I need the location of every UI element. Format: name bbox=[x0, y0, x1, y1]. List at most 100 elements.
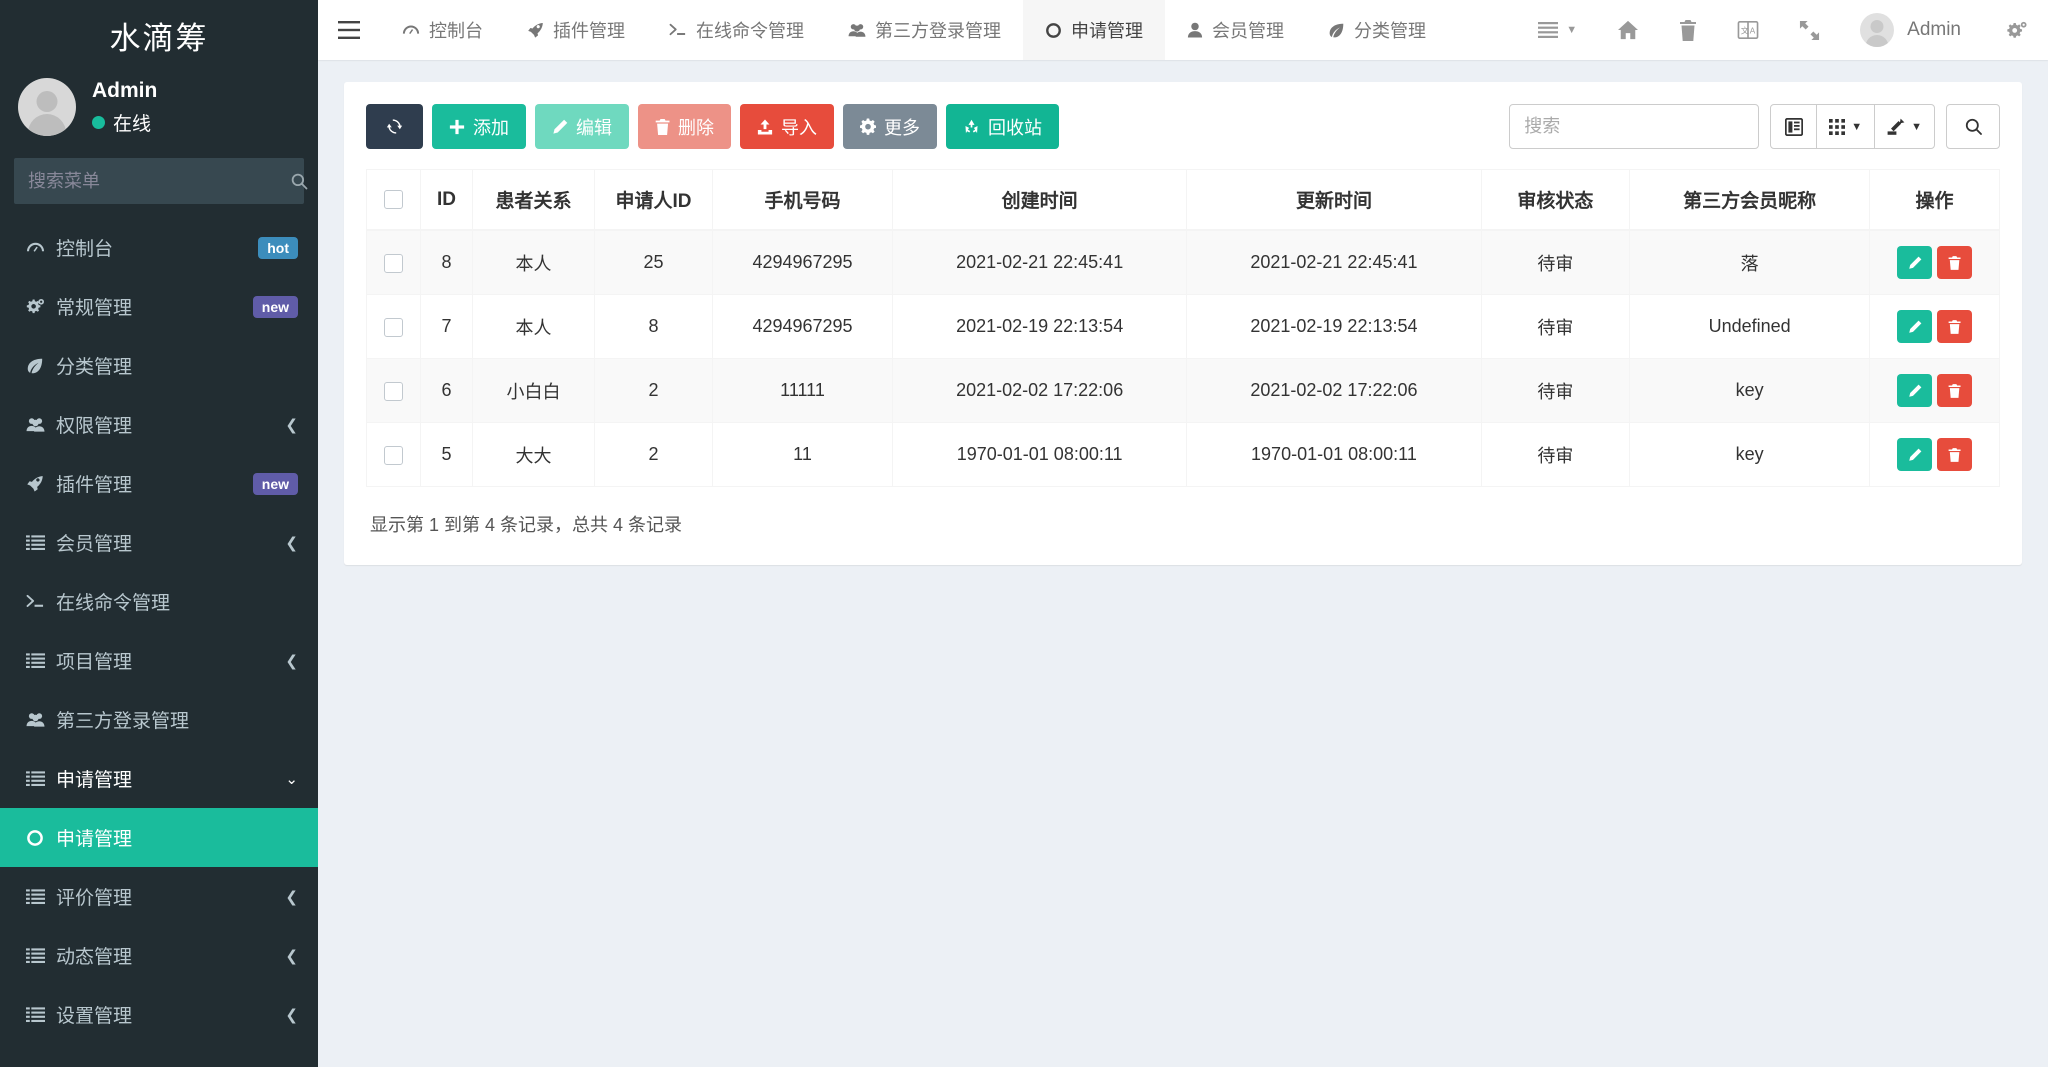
users-icon bbox=[26, 416, 56, 433]
cell-applicant-id: 25 bbox=[594, 230, 713, 295]
sidebar-item-4[interactable]: 插件管理 new bbox=[0, 454, 318, 513]
search-icon[interactable] bbox=[274, 172, 318, 190]
row-checkbox[interactable] bbox=[384, 253, 403, 273]
top-nav-item-2[interactable]: 在线命令管理 bbox=[647, 0, 826, 60]
row-delete-button[interactable] bbox=[1937, 438, 1972, 471]
sidebar-item-0[interactable]: 控制台 hot bbox=[0, 218, 318, 277]
top-navbar: 控制台 插件管理 在线命令管理 第三方登录管理 申请管理 会员管理 分类管理 ▼ 文A bbox=[318, 0, 2048, 60]
user-menu[interactable]: Admin bbox=[1840, 0, 1985, 60]
table-row[interactable]: 6 小白白 2 11111 2021-02-02 17:22:06 2021-02-02 … bbox=[366, 358, 2000, 423]
grid-icon bbox=[1829, 118, 1846, 135]
top-nav-item-1[interactable]: 插件管理 bbox=[505, 0, 647, 60]
row-edit-button[interactable] bbox=[1897, 246, 1932, 279]
chevron-right-icon: ❮ bbox=[285, 947, 298, 965]
cell-updated: 2021-02-02 17:22:06 bbox=[1186, 358, 1482, 423]
chevron-right-icon: ❮ bbox=[285, 652, 298, 670]
sidebar-item-2[interactable]: 分类管理 bbox=[0, 336, 318, 395]
th-created[interactable]: 创建时间 bbox=[892, 169, 1188, 231]
table-search-input[interactable] bbox=[1509, 104, 1760, 149]
table-header-row: ID 患者关系 申请人ID 手机号码 创建时间 更新时间 审核状态 第三方会员昵… bbox=[366, 169, 2000, 231]
refresh-icon bbox=[386, 118, 403, 135]
sidebar-item-13[interactable]: 设置管理 ❮ bbox=[0, 985, 318, 1044]
home-button[interactable] bbox=[1597, 0, 1659, 60]
sidebar-item-9[interactable]: 申请管理 ⌄ bbox=[0, 749, 318, 808]
chevron-down-icon: ▼ bbox=[1851, 120, 1863, 133]
cell-phone: 4294967295 bbox=[712, 230, 893, 295]
row-checkbox[interactable] bbox=[384, 381, 403, 401]
recycle-icon bbox=[963, 119, 980, 135]
row-delete-button[interactable] bbox=[1937, 310, 1972, 343]
th-status[interactable]: 审核状态 bbox=[1481, 169, 1631, 231]
brand-title[interactable]: 水滴筹 bbox=[0, 0, 318, 60]
th-phone[interactable]: 手机号码 bbox=[712, 169, 893, 231]
sidebar-item-6[interactable]: 在线命令管理 bbox=[0, 572, 318, 631]
row-checkbox[interactable] bbox=[384, 317, 403, 337]
toolbar-button-2[interactable]: 删除 bbox=[638, 104, 731, 149]
sidebar-item-label: 分类管理 bbox=[56, 357, 133, 378]
th-id[interactable]: ID bbox=[420, 169, 473, 231]
row-edit-button[interactable] bbox=[1897, 310, 1932, 343]
gear-icon bbox=[860, 118, 876, 135]
row-delete-button[interactable] bbox=[1937, 374, 1972, 407]
cell-nickname: 落 bbox=[1629, 230, 1870, 295]
language-button[interactable]: 文A bbox=[1717, 0, 1779, 60]
top-nav-item-6[interactable]: 分类管理 bbox=[1306, 0, 1448, 60]
top-nav-item-label: 插件管理 bbox=[553, 21, 625, 41]
row-edit-button[interactable] bbox=[1897, 374, 1932, 407]
th-applicant-id[interactable]: 申请人ID bbox=[594, 169, 713, 231]
cell-id: 8 bbox=[420, 230, 473, 295]
sidebar-item-12[interactable]: 动态管理 ❮ bbox=[0, 926, 318, 985]
view-control-2[interactable]: ▼ bbox=[1874, 104, 1935, 149]
applications-table: ID 患者关系 申请人ID 手机号码 创建时间 更新时间 审核状态 第三方会员昵… bbox=[366, 169, 2000, 487]
toolbar-button-4[interactable]: 更多 bbox=[843, 104, 937, 149]
table-row[interactable]: 8 本人 25 4294967295 2021-02-21 22:45:41 2021-0… bbox=[366, 230, 2000, 295]
cell-applicant-id: 2 bbox=[594, 422, 713, 487]
toolbar-button-0[interactable]: 添加 bbox=[432, 104, 526, 149]
table-toolbar: 添加编辑删除导入更多回收站 ▼ ▼ bbox=[366, 104, 2000, 149]
view-control-0[interactable] bbox=[1770, 104, 1818, 149]
refresh-button[interactable] bbox=[366, 104, 423, 149]
dashboard-icon bbox=[402, 22, 420, 38]
sidebar-item-7[interactable]: 项目管理 ❮ bbox=[0, 631, 318, 690]
fullscreen-button[interactable] bbox=[1779, 0, 1840, 60]
sidebar-item-1[interactable]: 常规管理 new bbox=[0, 277, 318, 336]
sidebar-item-3[interactable]: 权限管理 ❮ bbox=[0, 395, 318, 454]
sidebar-item-label: 常规管理 bbox=[56, 298, 133, 319]
row-edit-button[interactable] bbox=[1897, 438, 1932, 471]
view-control-1[interactable]: ▼ bbox=[1816, 104, 1876, 149]
settings-button[interactable] bbox=[1985, 0, 2048, 60]
sidebar-item-label: 评价管理 bbox=[56, 888, 133, 909]
trash-button[interactable] bbox=[1659, 0, 1717, 60]
sidebar-item-10[interactable]: 申请管理 bbox=[0, 808, 318, 867]
top-nav-item-3[interactable]: 第三方登录管理 bbox=[826, 0, 1023, 60]
chevron-down-icon: ▼ bbox=[1911, 120, 1922, 133]
row-select-cell bbox=[366, 358, 421, 423]
top-nav-item-5[interactable]: 会员管理 bbox=[1165, 0, 1306, 60]
sidebar-item-11[interactable]: 评价管理 ❮ bbox=[0, 867, 318, 926]
table-row[interactable]: 7 本人 8 4294967295 2021-02-19 22:13:54 2021-02… bbox=[366, 294, 2000, 359]
toolbar-button-5[interactable]: 回收站 bbox=[946, 104, 1059, 149]
th-updated[interactable]: 更新时间 bbox=[1186, 169, 1482, 231]
terminal-icon bbox=[26, 593, 56, 610]
table-row[interactable]: 5 大大 2 11 1970-01-01 08:00:11 1970-01-01 08:0… bbox=[366, 422, 2000, 487]
sidebar-toggle-icon[interactable] bbox=[318, 0, 380, 60]
search-submit-button[interactable] bbox=[1946, 104, 2000, 149]
top-nav-item-4[interactable]: 申请管理 bbox=[1023, 0, 1165, 60]
sidebar-item-8[interactable]: 第三方登录管理 bbox=[0, 690, 318, 749]
menu-dropdown-button[interactable]: ▼ bbox=[1518, 0, 1597, 60]
toolbar-button-3[interactable]: 导入 bbox=[740, 104, 834, 149]
sidebar-item-label: 设置管理 bbox=[56, 1006, 133, 1027]
sidebar-search-box[interactable] bbox=[14, 158, 308, 204]
select-all-checkbox[interactable] bbox=[384, 189, 403, 209]
sidebar-item-5[interactable]: 会员管理 ❮ bbox=[0, 513, 318, 572]
menu-search-input[interactable] bbox=[14, 170, 274, 192]
row-checkbox[interactable] bbox=[384, 445, 403, 465]
top-user-name: Admin bbox=[1907, 19, 1961, 40]
list-icon bbox=[26, 770, 56, 787]
top-nav-item-0[interactable]: 控制台 bbox=[380, 0, 505, 60]
export-icon bbox=[1887, 118, 1905, 136]
toolbar-button-1[interactable]: 编辑 bbox=[535, 104, 629, 149]
row-delete-button[interactable] bbox=[1937, 246, 1972, 279]
th-nickname[interactable]: 第三方会员昵称 bbox=[1629, 169, 1870, 231]
th-relation[interactable]: 患者关系 bbox=[472, 169, 595, 231]
